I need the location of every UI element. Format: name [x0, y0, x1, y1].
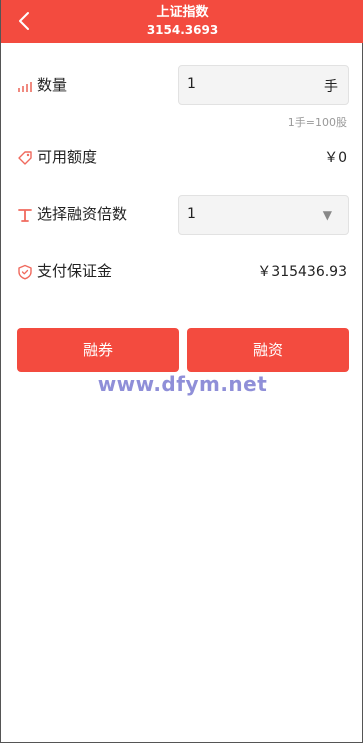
margin-value: ￥315436.93: [257, 264, 347, 280]
watermark: www.dfym.net: [97, 372, 268, 396]
leverage-select[interactable]: 1 ▼: [178, 195, 349, 235]
shield-icon: [17, 264, 33, 280]
available-credit-value: ￥0: [324, 150, 347, 166]
quantity-input[interactable]: 1 手: [178, 65, 349, 105]
available-credit-label: 可用额度: [37, 148, 98, 166]
page-title: 上证指数: [156, 5, 209, 20]
top-bar: 上证指数 3154.3693: [1, 0, 363, 43]
leverage-selected-value: 1: [187, 206, 196, 222]
leverage-label: 选择融资倍数: [37, 205, 128, 223]
quantity-label: 数量: [37, 76, 68, 94]
text-t-icon: [17, 207, 33, 223]
tag-icon: [17, 150, 33, 166]
margin-label: 支付保证金: [37, 262, 113, 280]
app-frame: 上证指数 3154.3693 数量 1 手 1手=100股 可用额度 ￥0 选择…: [0, 0, 363, 743]
signal-bars-icon: [17, 78, 33, 94]
margin-buy-button[interactable]: 融资: [187, 328, 349, 372]
dropdown-arrow-icon: ▼: [322, 208, 332, 222]
quantity-unit: 手: [324, 79, 338, 95]
quantity-value[interactable]: 1: [187, 76, 196, 92]
quantity-hint: 1手=100股: [287, 116, 347, 129]
index-value: 3154.3693: [146, 23, 219, 37]
short-sell-button[interactable]: 融券: [17, 328, 179, 372]
